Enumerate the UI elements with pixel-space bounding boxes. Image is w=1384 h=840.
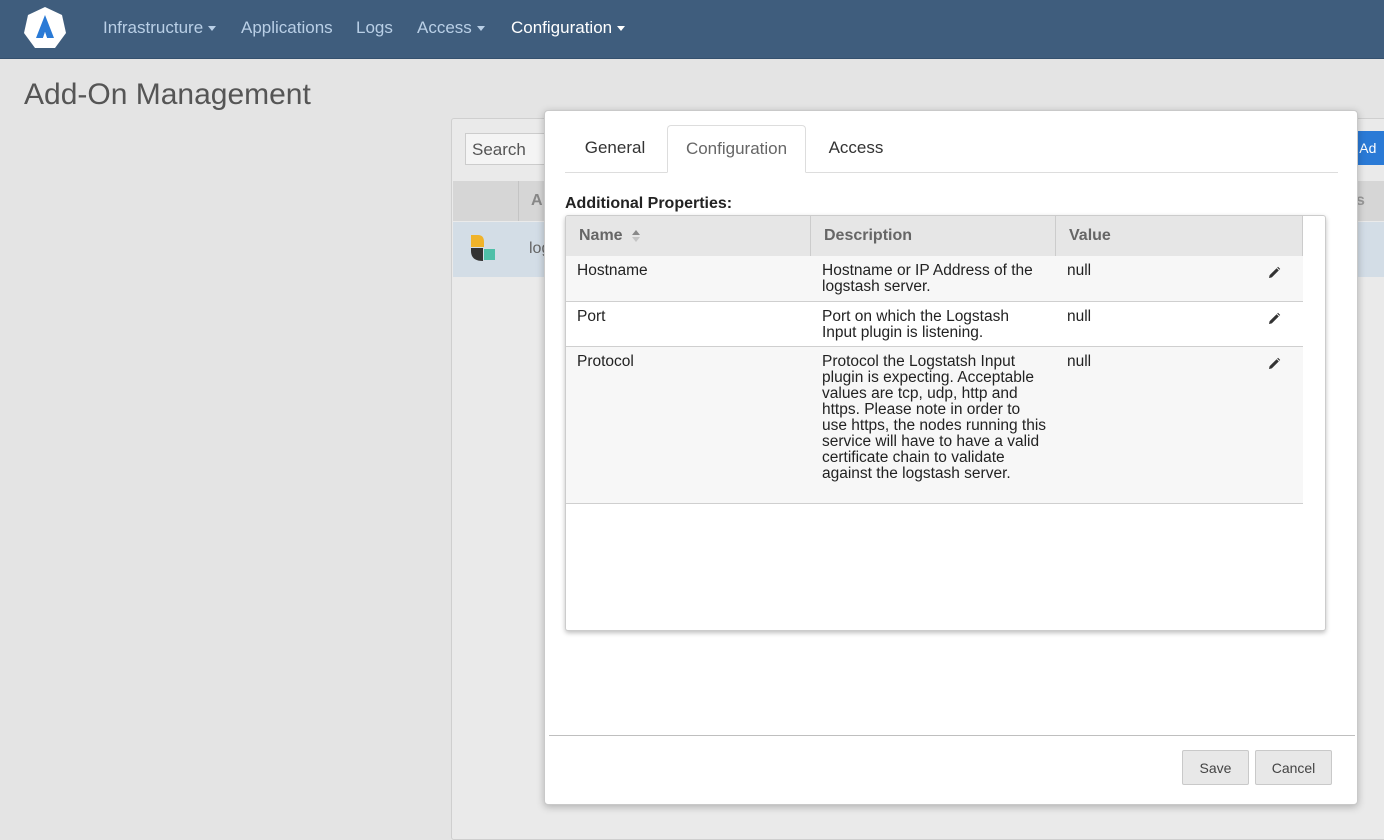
table-row[interactable]: Port Port on which the Logstash Input pl… — [566, 302, 1303, 347]
property-description: Hostname or IP Address of the logstash s… — [822, 262, 1033, 295]
tab-general[interactable]: General — [565, 125, 665, 173]
properties-grid: Name Description Value Hostname Hostname… — [565, 215, 1326, 631]
top-navbar: Infrastructure Applications Logs Access … — [0, 0, 1384, 59]
table-row[interactable]: Protocol Protocol the Logstatsh Input pl… — [566, 347, 1303, 504]
property-value: null — [1067, 262, 1092, 279]
property-value: null — [1067, 308, 1092, 325]
tab-access[interactable]: Access — [808, 125, 904, 173]
chevron-down-icon — [476, 26, 485, 32]
property-value: null — [1067, 353, 1092, 370]
grid-header: Name Description Value — [566, 216, 1303, 257]
pencil-icon[interactable] — [1267, 312, 1281, 326]
tab-configuration[interactable]: Configuration — [667, 125, 806, 173]
additional-properties-label: Additional Properties: — [565, 195, 733, 212]
addon-column-header[interactable]: A — [531, 192, 543, 210]
page-title: Add-On Management — [24, 78, 311, 111]
property-description: Protocol the Logstatsh Input plugin is e… — [822, 353, 1047, 482]
property-name: Port — [577, 308, 606, 325]
pencil-icon[interactable] — [1267, 266, 1281, 280]
nav-configuration-label: Configuration — [511, 18, 613, 37]
nav-access-label: Access — [417, 18, 472, 37]
header-divider — [518, 181, 519, 221]
cancel-button[interactable]: Cancel — [1255, 750, 1332, 785]
nav-applications[interactable]: Applications — [241, 18, 333, 38]
pencil-icon[interactable] — [1267, 357, 1281, 371]
nav-configuration[interactable]: Configuration — [511, 18, 626, 38]
search-label: Search — [472, 140, 526, 159]
property-name: Protocol — [577, 353, 634, 370]
table-row[interactable]: Hostname Hostname or IP Address of the l… — [566, 256, 1303, 302]
chevron-down-icon — [208, 26, 217, 32]
addon-settings-dialog: General Configuration Access Additional … — [544, 110, 1358, 805]
property-name: Hostname — [577, 262, 648, 279]
nav-access[interactable]: Access — [417, 18, 485, 38]
nav-logs[interactable]: Logs — [356, 18, 393, 38]
nav-infrastructure-label: Infrastructure — [103, 18, 204, 37]
save-button[interactable]: Save — [1182, 750, 1249, 785]
column-header-value[interactable]: Value — [1056, 216, 1303, 256]
property-description: Port on which the Logstash Input plugin … — [822, 308, 1009, 341]
chevron-down-icon — [617, 26, 626, 32]
sort-icon[interactable] — [631, 229, 641, 243]
footer-divider — [549, 735, 1355, 736]
column-header-description[interactable]: Description — [811, 216, 1056, 256]
app-logo-icon[interactable] — [23, 6, 67, 50]
column-header-name[interactable]: Name — [566, 216, 811, 256]
nav-infrastructure[interactable]: Infrastructure — [103, 18, 217, 38]
logstash-icon — [471, 235, 495, 261]
column-header-name-label: Name — [579, 227, 623, 244]
